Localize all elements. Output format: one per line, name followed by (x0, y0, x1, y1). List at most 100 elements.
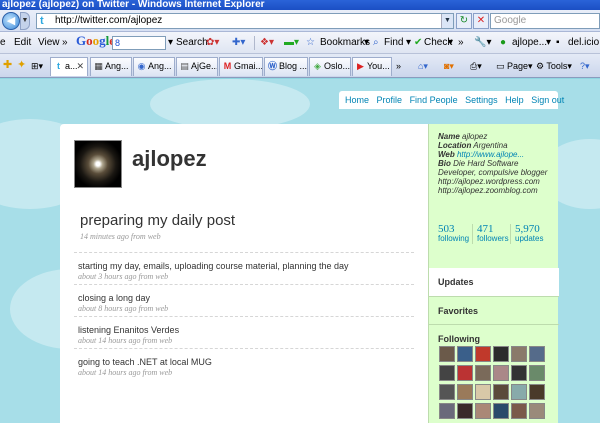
bookmarks-dropdown-icon[interactable]: ▾ (364, 37, 369, 49)
tab[interactable]: ◉ Ang... (133, 57, 175, 76)
more-tabs-icon[interactable]: » (396, 60, 401, 72)
latest-status-meta[interactable]: 14 minutes ago from web (80, 232, 161, 241)
google-search-input[interactable]: 8 (112, 36, 166, 50)
star-icon[interactable]: ☆ (306, 37, 315, 49)
tweet-meta[interactable]: about 8 hours ago from web (78, 304, 410, 313)
friend-avatar[interactable] (439, 384, 455, 400)
tweet-text: closing a long day (78, 293, 151, 303)
friend-avatar[interactable] (457, 346, 473, 362)
friend-avatar[interactable] (475, 346, 491, 362)
stat-followers[interactable]: 471 followers (472, 224, 509, 244)
friend-avatar[interactable] (493, 384, 509, 400)
friend-avatar[interactable] (457, 384, 473, 400)
address-dropdown-icon[interactable]: ▼ (441, 14, 453, 28)
stop-icon[interactable]: ✕ (473, 13, 489, 29)
profile-web-link[interactable]: http://www.ajlope... (457, 150, 524, 159)
check-dropdown-icon[interactable]: ▾ (448, 37, 453, 49)
chevron-icon[interactable]: » (62, 37, 68, 49)
wrench-icon[interactable]: 🔧▾ (474, 37, 491, 49)
nav-settings[interactable]: Settings (465, 95, 498, 105)
side-menu-favorites[interactable]: Favorites (429, 296, 559, 324)
twitter-page: Home Profile Find People Settings Help S… (0, 79, 600, 423)
friend-avatar[interactable] (493, 346, 509, 362)
page-menu[interactable]: ▭ Page▾ (496, 60, 533, 72)
friend-avatar[interactable] (475, 403, 491, 419)
home-icon[interactable]: ⌂▾ (418, 60, 428, 72)
friend-avatar[interactable] (493, 365, 509, 381)
stat-updates[interactable]: 5,970 updates (510, 224, 543, 244)
side-menu-updates[interactable]: Updates (429, 268, 559, 296)
pagerank-icon[interactable]: ❖▾ (260, 37, 274, 49)
file-menu[interactable]: e (0, 37, 6, 49)
friend-avatar[interactable] (439, 365, 455, 381)
find-button[interactable]: Find (384, 37, 403, 49)
account-button[interactable]: ajlope... (512, 37, 547, 49)
address-url[interactable]: http://twitter.com/ajlopez (55, 15, 162, 27)
friend-avatar[interactable] (529, 384, 545, 400)
popup-blocker-icon[interactable]: ✿▾ (206, 37, 219, 49)
favorites-star-icon[interactable]: ✚ (3, 59, 12, 71)
close-tab-icon[interactable]: ✕ (76, 58, 84, 75)
stat-following[interactable]: 503 following (438, 224, 469, 244)
nav-help[interactable]: Help (505, 95, 524, 105)
friend-avatar[interactable] (511, 365, 527, 381)
tab[interactable]: M Gmai... (219, 57, 263, 76)
nav-find-people[interactable]: Find People (410, 95, 458, 105)
address-bar[interactable]: t http://twitter.com/ajlopez ▼ (36, 13, 454, 29)
settings-icon[interactable]: ▪ (556, 37, 560, 49)
friend-avatar[interactable] (457, 365, 473, 381)
friend-avatar[interactable] (475, 365, 491, 381)
quick-tabs-icon[interactable]: ⊞▾ (31, 60, 43, 72)
friend-avatar[interactable] (511, 346, 527, 362)
tab[interactable]: Ⓦ Blog ... (264, 57, 308, 76)
delicious-button[interactable]: del.icio... (568, 37, 600, 49)
forward-dropdown-button[interactable]: ▼ (20, 12, 30, 30)
friend-avatar[interactable] (529, 365, 545, 381)
friend-avatar[interactable] (493, 403, 509, 419)
bookmarks-button[interactable]: Bookmarks (320, 37, 370, 49)
tab[interactable]: ▶ You... (352, 57, 392, 76)
friend-avatar[interactable] (475, 384, 491, 400)
find-dropdown-icon[interactable]: ▾ (406, 37, 411, 49)
tweet: going to teach .NET at local MUG about 1… (74, 348, 414, 380)
feeds-icon[interactable]: ◙▾ (444, 60, 454, 72)
back-button[interactable]: ◀ (2, 12, 20, 30)
nav-profile[interactable]: Profile (377, 95, 403, 105)
bar-icon[interactable]: ▬▾ (284, 37, 299, 49)
find-icon[interactable]: ⌕ (373, 37, 379, 49)
add-favorites-icon[interactable]: ✦ (17, 59, 26, 71)
account-dropdown-icon[interactable]: ▾ (546, 37, 551, 49)
friend-avatar[interactable] (457, 403, 473, 419)
friend-avatar[interactable] (511, 384, 527, 400)
help-icon[interactable]: ?▾ (580, 60, 590, 72)
google-search-button[interactable]: Search (176, 37, 208, 49)
check-icon[interactable]: ✔ (414, 37, 422, 49)
search-input[interactable]: Google (490, 13, 600, 29)
avatar[interactable] (74, 140, 122, 188)
tweet: listening Enanitos Verdes about 14 hours… (74, 316, 414, 348)
latest-status: preparing my daily post (80, 212, 236, 229)
nav-home[interactable]: Home (345, 95, 369, 105)
print-icon[interactable]: ⎙▾ (470, 60, 482, 72)
view-menu[interactable]: View (38, 37, 60, 49)
tweet-meta[interactable]: about 14 hours ago from web (78, 368, 410, 377)
tools-menu[interactable]: ⚙ Tools▾ (536, 60, 572, 72)
tab[interactable]: ▤ AjGe... (176, 57, 218, 76)
friend-avatar[interactable] (439, 403, 455, 419)
tab-active[interactable]: t a... ✕ (50, 57, 88, 76)
plus-icon[interactable]: ✚▾ (232, 37, 245, 49)
window-title: ajlopez (ajlopez) on Twitter - Windows I… (2, 0, 265, 10)
chevron-icon[interactable]: » (458, 37, 464, 49)
nav-sign-out[interactable]: Sign out (531, 95, 564, 105)
tab[interactable]: ◈ Oslo... (309, 57, 351, 76)
friend-avatar[interactable] (529, 403, 545, 419)
tweet-meta[interactable]: about 14 hours ago from web (78, 336, 410, 345)
search-icon[interactable]: ▾ (168, 37, 173, 49)
edit-menu[interactable]: Edit (14, 37, 31, 49)
friend-avatar[interactable] (511, 403, 527, 419)
friend-avatar[interactable] (439, 346, 455, 362)
friend-avatar[interactable] (529, 346, 545, 362)
refresh-icon[interactable]: ↻ (456, 13, 472, 29)
tweet-meta[interactable]: about 3 hours ago from web (78, 272, 410, 281)
tab[interactable]: ▦ Ang... (90, 57, 132, 76)
